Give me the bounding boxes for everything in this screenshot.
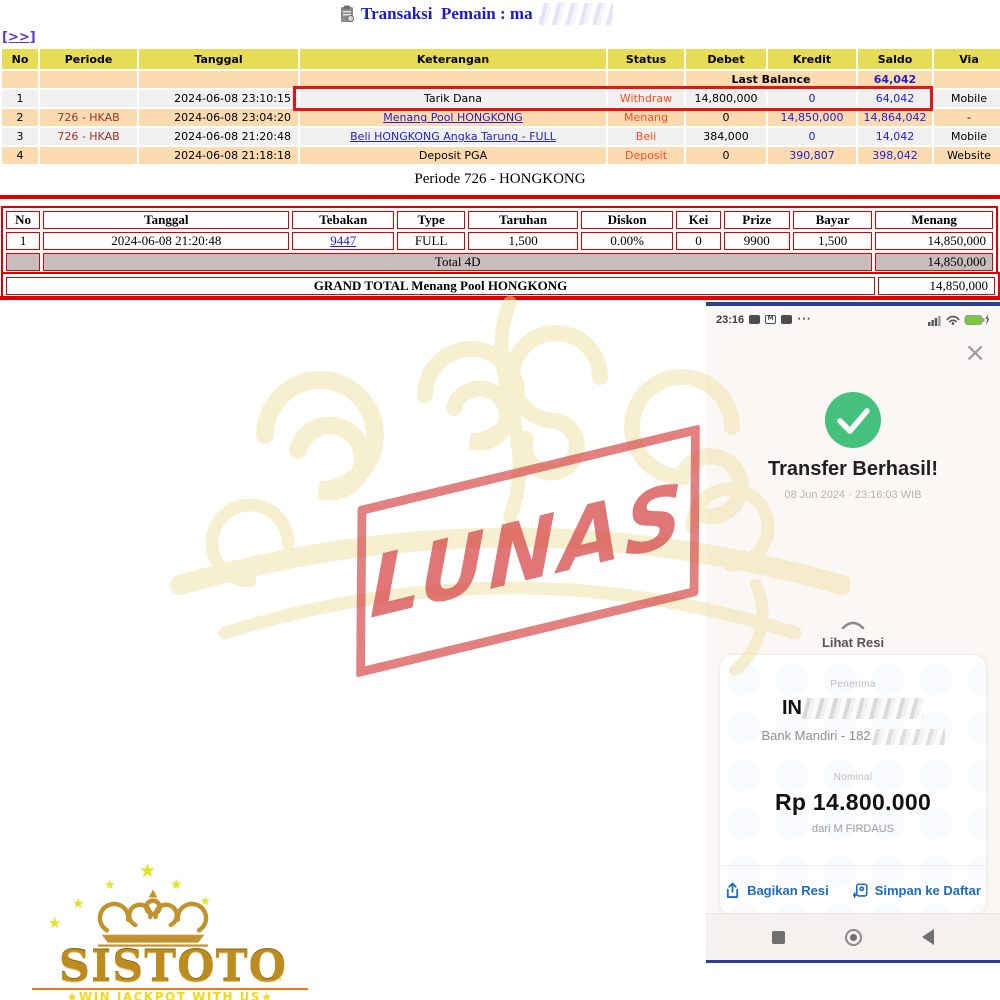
transactions-table: No Periode Tanggal Keterangan Status Deb… xyxy=(0,47,1000,166)
sms-icon xyxy=(749,315,760,324)
save-contact-icon xyxy=(853,882,868,899)
nominal-label: Nominal xyxy=(720,772,986,783)
nominal-amount: Rp 14.800.000 xyxy=(720,789,986,816)
last-balance-value: 64,042 xyxy=(858,71,932,88)
receipt-card: Penerima IN Bank Mandiri - 182 Nominal R… xyxy=(719,654,987,916)
censored-account xyxy=(871,729,945,745)
total-value: 14,850,000 xyxy=(875,253,993,271)
total-label: Total 4D xyxy=(43,253,872,271)
status-badge: Deposit xyxy=(608,147,684,164)
bet-row: 1 2024-06-08 21:20:48 9447 FULL 1,500 0.… xyxy=(6,232,993,250)
keterangan-text: Tarik Dana xyxy=(300,90,606,107)
keyboard-icon xyxy=(781,315,792,324)
col-saldo: Saldo xyxy=(858,49,932,69)
sender-name: dari M FIRDAUS xyxy=(720,823,986,865)
clipboard-icon xyxy=(340,5,355,23)
page: Transaksi Pemain : ma [>>] No Periode Ta… xyxy=(0,0,1000,1000)
last-balance-label: Last Balance xyxy=(686,71,856,88)
col-debet: Debet xyxy=(686,49,766,69)
logo-tagline: ★WIN JACKPOT WITH US★ xyxy=(28,990,312,1000)
col-status: Status xyxy=(608,49,684,69)
save-to-list-button[interactable]: Simpan ke Daftar xyxy=(853,882,981,899)
lunas-stamp: LUNAS xyxy=(356,424,700,677)
table-row: 3 726 - HKAB 2024-06-08 21:20:48 Beli HO… xyxy=(2,128,1000,145)
star-icon: ★ xyxy=(72,896,85,912)
col-no: No xyxy=(2,49,38,69)
table-row: 1 2024-06-08 23:10:15 Tarik Dana Withdra… xyxy=(2,90,1000,107)
transfer-success-title: Transfer Berhasil! xyxy=(706,458,1000,481)
close-icon[interactable]: × xyxy=(964,340,986,366)
status-badge: Beli xyxy=(608,128,684,145)
chevron-up-icon xyxy=(841,620,865,629)
home-icon[interactable] xyxy=(845,929,862,946)
red-divider xyxy=(0,296,1000,300)
tx-header-row: No Periode Tanggal Keterangan Status Deb… xyxy=(2,49,1000,69)
lihat-resi-toggle[interactable]: Lihat Resi xyxy=(706,616,1000,650)
signal-wifi-battery-icons xyxy=(928,313,990,326)
tebakan-link[interactable]: 9447 xyxy=(330,233,356,248)
penerima-label: Penerima xyxy=(720,679,986,690)
phone-screenshot: 23:16 M ··· × Transfer Berhasil! 08 Jun xyxy=(706,302,1000,963)
star-icon: ★ xyxy=(48,914,61,932)
col-via: Via xyxy=(934,49,1000,69)
table-row: 4 2024-06-08 21:18:18 Deposit PGA Deposi… xyxy=(2,147,1000,164)
col-periode: Periode xyxy=(40,49,137,69)
total-row: Total 4D 14,850,000 xyxy=(6,253,993,271)
red-divider xyxy=(0,195,1000,199)
page-header: Transaksi Pemain : ma xyxy=(340,3,613,25)
periode-title: Periode 726 - HONGKONG xyxy=(0,171,1000,188)
col-tanggal: Tanggal xyxy=(139,49,298,69)
back-icon[interactable] xyxy=(922,929,934,945)
status-time: 23:16 xyxy=(716,314,744,326)
share-icon xyxy=(725,882,740,899)
more-notifications-icon: ··· xyxy=(797,314,811,325)
status-badge: Withdraw xyxy=(608,90,684,107)
penerima-name: IN xyxy=(720,697,986,720)
logo-name: SISTOTO xyxy=(28,942,318,992)
col-keterangan: Keterangan xyxy=(300,49,606,69)
last-balance-row: Last Balance 64,042 xyxy=(2,71,1000,88)
status-badge: Menang xyxy=(608,109,684,126)
mail-icon: M xyxy=(765,315,776,324)
grand-total-row: GRAND TOTAL Menang Pool HONGKONG 14,850,… xyxy=(6,277,995,295)
crown-icon xyxy=(88,886,218,948)
share-receipt-button[interactable]: Bagikan Resi xyxy=(725,882,829,899)
android-navbar xyxy=(706,913,1000,960)
phone-status-bar: 23:16 M ··· xyxy=(706,313,1000,326)
page-title: Transaksi Pemain : ma xyxy=(361,4,533,24)
pagination-next-link[interactable]: [>>] xyxy=(2,30,36,45)
star-icon: ★ xyxy=(139,860,156,882)
bet-table: No Tanggal Tebakan Type Taruhan Diskon K… xyxy=(1,206,998,276)
keterangan-link[interactable]: Menang Pool HONGKONG xyxy=(383,111,522,124)
keterangan-link[interactable]: Beli HONGKONG Angka Tarung - FULL xyxy=(350,130,556,143)
grand-total-label: GRAND TOTAL Menang Pool HONGKONG xyxy=(6,277,875,295)
keterangan-text: Deposit PGA xyxy=(300,147,606,164)
col-kredit: Kredit xyxy=(768,49,856,69)
transfer-datetime: 08 Jun 2024 · 23:16:03 WIB xyxy=(706,489,1000,501)
table-row: 2 726 - HKAB 2024-06-08 23:04:20 Menang … xyxy=(2,109,1000,126)
grand-total-value: 14,850,000 xyxy=(878,277,995,295)
receipt-actions: Bagikan Resi Simpan ke Daftar xyxy=(720,865,986,915)
recents-icon[interactable] xyxy=(772,931,785,944)
censored-recipient xyxy=(802,698,924,719)
bet-header-row: No Tanggal Tebakan Type Taruhan Diskon K… xyxy=(6,211,993,229)
bank-account: Bank Mandiri - 182 xyxy=(720,728,986,745)
censored-player-name xyxy=(539,3,613,25)
success-check-icon xyxy=(825,392,881,448)
sistoto-logo: ★ ★ ★ ★ ★ ★ ★ SISTOTO ★WIN JACKPOT WITH … xyxy=(28,858,318,1000)
